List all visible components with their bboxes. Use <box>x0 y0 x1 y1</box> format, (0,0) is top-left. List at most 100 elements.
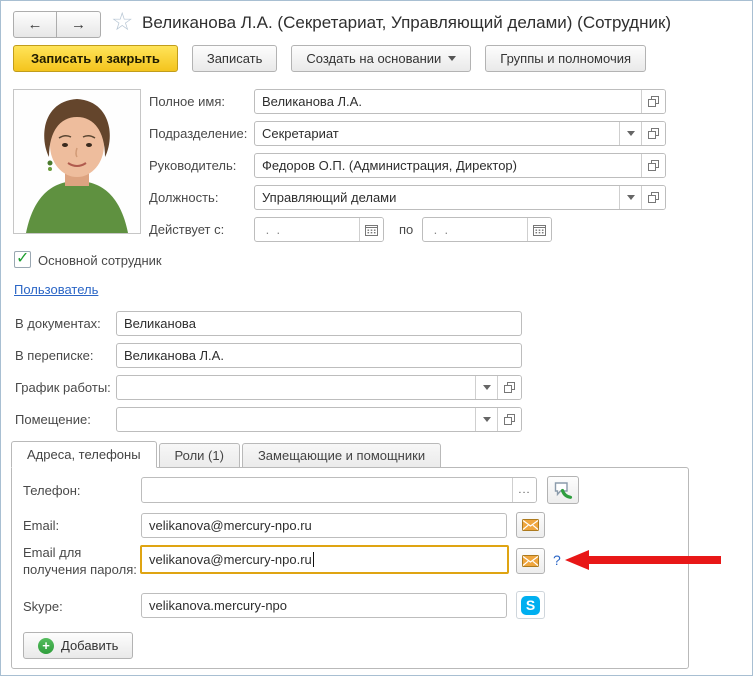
chevron-down-icon <box>626 131 635 136</box>
valid-from-calendar-button[interactable] <box>359 218 383 241</box>
skype-label: Skype: <box>23 599 63 614</box>
groups-permissions-button[interactable]: Группы и полномочия <box>485 45 647 72</box>
add-button[interactable]: + Добавить <box>23 632 134 659</box>
manager-input[interactable] <box>255 154 641 177</box>
manager-field <box>254 153 666 178</box>
nav-button-group: ← → <box>13 11 101 38</box>
phone-bubble-icon <box>554 482 573 499</box>
back-button[interactable]: ← <box>13 11 57 38</box>
skype-input[interactable] <box>142 594 506 617</box>
full-name-field <box>254 89 666 114</box>
room-field <box>116 407 522 432</box>
open-icon <box>504 382 515 393</box>
forward-button[interactable]: → <box>57 11 101 38</box>
phone-more-button[interactable]: ... <box>512 478 536 502</box>
password-email-label: Email для получения пароля: <box>23 545 137 577</box>
in-documents-input[interactable] <box>117 312 521 335</box>
email-field <box>141 513 507 538</box>
manager-label: Руководитель: <box>149 158 237 173</box>
skype-icon: S <box>521 595 540 615</box>
add-button-label: Добавить <box>61 638 119 653</box>
valid-from-field <box>254 217 384 242</box>
valid-from-input[interactable] <box>255 218 359 241</box>
employee-photo-illustration <box>14 90 140 233</box>
phone-label: Телефон: <box>23 483 81 498</box>
favorite-star-icon[interactable]: ☆ <box>111 7 133 37</box>
work-schedule-open-button[interactable] <box>497 376 521 399</box>
valid-to-field <box>422 217 552 242</box>
work-schedule-input[interactable] <box>117 376 475 399</box>
work-schedule-label: График работы: <box>15 380 111 395</box>
valid-to-calendar-button[interactable] <box>527 218 551 241</box>
window-title: Великанова Л.А. (Секретариат, Управляющи… <box>142 13 672 32</box>
valid-to-label: по <box>399 222 414 237</box>
open-icon <box>648 128 659 139</box>
employee-card-window: ← → ☆ Великанова Л.А. (Секретариат, Упра… <box>0 0 753 676</box>
full-name-label: Полное имя: <box>149 94 225 109</box>
department-open-button[interactable] <box>641 122 665 145</box>
help-link[interactable]: ? <box>553 552 561 568</box>
open-icon <box>648 192 659 203</box>
room-dropdown-button[interactable] <box>475 408 497 431</box>
ellipsis-icon: ... <box>518 484 531 496</box>
work-schedule-dropdown-button[interactable] <box>475 376 497 399</box>
work-schedule-field <box>116 375 522 400</box>
valid-from-label: Действует с: <box>149 222 225 237</box>
email-send-button[interactable] <box>516 512 545 538</box>
forward-arrow-icon: → <box>71 16 86 33</box>
chevron-down-icon <box>482 417 491 422</box>
position-input[interactable] <box>255 186 619 209</box>
position-dropdown-button[interactable] <box>619 186 641 209</box>
department-field <box>254 121 666 146</box>
open-icon <box>648 96 659 107</box>
in-correspondence-label: В переписке: <box>15 348 94 363</box>
position-field <box>254 185 666 210</box>
envelope-icon <box>522 519 539 531</box>
department-input[interactable] <box>255 122 619 145</box>
calendar-icon <box>365 224 378 236</box>
chevron-down-icon <box>448 56 457 61</box>
room-input[interactable] <box>117 408 475 431</box>
password-email-value: velikanova@mercury-npo.ru <box>149 552 314 567</box>
skype-call-button[interactable]: S <box>516 591 545 619</box>
password-email-field[interactable]: velikanova@mercury-npo.ru <box>140 545 509 574</box>
email-label: Email: <box>23 518 60 533</box>
chevron-down-icon <box>626 195 635 200</box>
tab-roles[interactable]: Роли (1) <box>158 443 240 468</box>
employee-photo <box>13 89 141 234</box>
open-icon <box>648 160 659 171</box>
calendar-icon <box>533 224 546 236</box>
password-email-send-button[interactable] <box>516 548 545 574</box>
main-employee-label: Основной сотрудник <box>38 253 162 268</box>
room-open-button[interactable] <box>497 408 521 431</box>
phone-message-button[interactable] <box>547 476 579 504</box>
tab-deputies-assistants[interactable]: Замещающие и помощники <box>241 443 442 468</box>
manager-open-button[interactable] <box>641 154 665 177</box>
create-based-on-label: Создать на основании <box>306 51 442 66</box>
phone-input[interactable] <box>142 478 512 502</box>
full-name-open-button[interactable] <box>641 90 665 113</box>
in-documents-label: В документах: <box>15 316 101 331</box>
in-correspondence-input[interactable] <box>117 344 521 367</box>
open-icon <box>504 414 515 425</box>
email-input[interactable] <box>142 514 506 537</box>
department-dropdown-button[interactable] <box>619 122 641 145</box>
checkmark-icon: ✓ <box>16 250 30 267</box>
department-label: Подразделение: <box>149 126 248 141</box>
tab-bar: Адреса, телефоны Роли (1) Замещающие и п… <box>11 441 442 468</box>
save-button[interactable]: Записать <box>191 45 278 72</box>
skype-field <box>141 593 507 618</box>
save-and-close-button[interactable]: Записать и закрыть <box>13 45 178 72</box>
phone-field: ... <box>141 477 537 503</box>
text-caret <box>312 552 314 567</box>
position-open-button[interactable] <box>641 186 665 209</box>
envelope-icon <box>522 555 539 567</box>
in-documents-field <box>116 311 522 336</box>
create-based-on-button[interactable]: Создать на основании <box>291 45 472 72</box>
toolbar: Записать и закрыть Записать Создать на о… <box>13 45 647 72</box>
user-link[interactable]: Пользователь <box>14 282 98 297</box>
valid-to-input[interactable] <box>423 218 527 241</box>
full-name-input[interactable] <box>255 90 641 113</box>
main-employee-checkbox[interactable]: ✓ <box>14 250 31 268</box>
tab-addresses-phones[interactable]: Адреса, телефоны <box>11 441 157 468</box>
